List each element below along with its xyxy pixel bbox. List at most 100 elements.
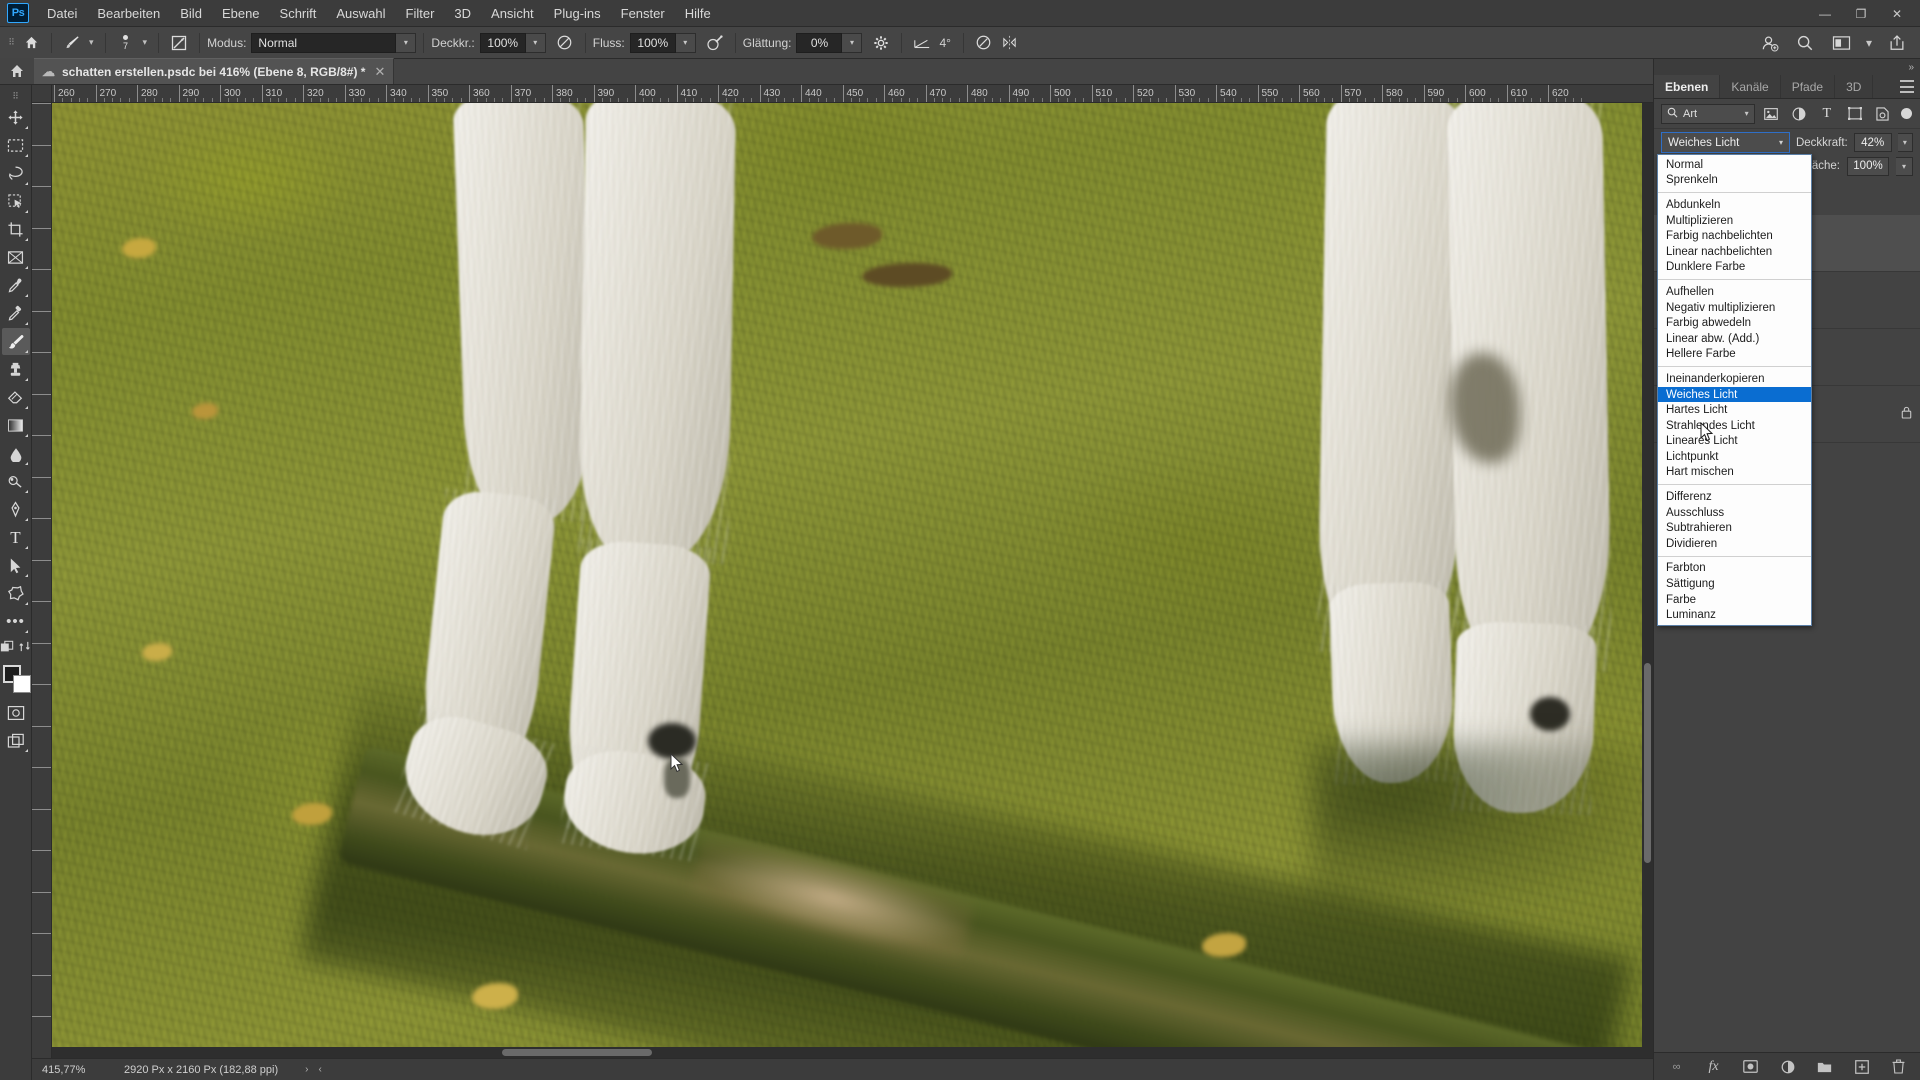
- horizontal-ruler[interactable]: 260 270 280 290 300 310 320 330 340 350 360 370 380 3…: [52, 85, 1653, 103]
- chevron-down-icon[interactable]: ▾: [1860, 30, 1878, 56]
- brush-angle-value[interactable]: 4°: [939, 36, 950, 50]
- brush-preset-chevron-icon[interactable]: ▾: [85, 37, 98, 48]
- share-export-icon[interactable]: [1880, 30, 1914, 56]
- close-button[interactable]: ✕: [1880, 1, 1914, 27]
- smoothing-chevron-icon[interactable]: ▾: [842, 32, 863, 53]
- blend-mode-option[interactable]: Strahlendes Licht: [1658, 418, 1811, 434]
- move-tool[interactable]: [2, 104, 30, 131]
- maximize-button[interactable]: ❐: [1844, 1, 1878, 27]
- canvas-vertical-scrollbar[interactable]: [1642, 103, 1653, 1063]
- canvas-horizontal-scrollbar[interactable]: [52, 1047, 1653, 1058]
- blend-mode-option[interactable]: Weiches Licht: [1658, 386, 1811, 403]
- blend-mode-dropdown[interactable]: Normal Sprenkeln Abdunkeln Multiplizieren Fa…: [1657, 154, 1812, 627]
- delete-layer-icon[interactable]: [1889, 1057, 1909, 1077]
- menu-bearbeiten[interactable]: Bearbeiten: [87, 2, 170, 25]
- status-prev-icon[interactable]: ‹: [313, 1064, 326, 1075]
- options-bar-grip[interactable]: ⠿: [4, 27, 18, 59]
- background-color-swatch[interactable]: [12, 675, 31, 693]
- adjustment-filter-icon[interactable]: [1788, 103, 1811, 125]
- path-selection-tool[interactable]: [2, 552, 30, 579]
- brush-icon[interactable]: [59, 31, 85, 55]
- opacity-value[interactable]: 42%: [1853, 133, 1892, 152]
- blend-mode-option[interactable]: Negativ multiplizieren: [1658, 300, 1811, 316]
- blend-mode-option[interactable]: Ineinanderkopieren: [1658, 371, 1811, 387]
- blend-mode-option[interactable]: Abdunkeln: [1658, 197, 1811, 213]
- new-adjustment-layer-icon[interactable]: [1778, 1057, 1798, 1077]
- blend-mode-select[interactable]: Weiches Licht ▾: [1661, 132, 1790, 153]
- brush-size-preview[interactable]: 7: [113, 31, 139, 55]
- search-icon[interactable]: [1788, 30, 1822, 56]
- tab-ebenen[interactable]: Ebenen: [1654, 75, 1721, 98]
- pixel-filter-icon[interactable]: [1760, 103, 1783, 125]
- crop-tool[interactable]: [2, 216, 30, 243]
- fill-chevron-icon[interactable]: ▾: [1896, 156, 1913, 176]
- blend-mode-option[interactable]: Lichtpunkt: [1658, 449, 1811, 465]
- blend-mode-option[interactable]: Aufhellen: [1658, 284, 1811, 300]
- menu-fenster[interactable]: Fenster: [611, 2, 675, 25]
- menu-schrift[interactable]: Schrift: [270, 2, 327, 25]
- filter-toggle-icon[interactable]: [1899, 103, 1913, 125]
- flow-chevron-icon[interactable]: ▾: [675, 32, 696, 53]
- menu-bild[interactable]: Bild: [170, 2, 212, 25]
- new-group-icon[interactable]: [1815, 1057, 1835, 1077]
- pen-tool[interactable]: [2, 496, 30, 523]
- dodge-tool[interactable]: [2, 468, 30, 495]
- object-selection-tool[interactable]: [2, 188, 30, 215]
- quick-mask-icon[interactable]: [0, 640, 14, 657]
- blend-mode-option[interactable]: Lineares Licht: [1658, 434, 1811, 450]
- blend-mode-option[interactable]: Differenz: [1658, 489, 1811, 505]
- home-icon[interactable]: [18, 31, 44, 55]
- type-filter-icon[interactable]: T: [1815, 103, 1838, 125]
- blend-mode-option[interactable]: Sprenkeln: [1658, 173, 1811, 189]
- more-tools[interactable]: •••: [2, 608, 30, 635]
- brush-tool[interactable]: [1, 328, 30, 355]
- brush-panel-icon[interactable]: [166, 31, 192, 55]
- eyedropper-tool[interactable]: [2, 272, 30, 299]
- blend-mode-chevron-icon[interactable]: ▾: [396, 32, 417, 53]
- brush-angle-icon[interactable]: [909, 31, 935, 55]
- layer-kind-select[interactable]: Art ▾: [1661, 103, 1755, 124]
- tab-pfade[interactable]: Pfade: [1781, 75, 1836, 98]
- document-tab[interactable]: ☁ schatten erstellen.psdc bei 416% (Eben…: [34, 58, 395, 84]
- airbrush-icon[interactable]: [702, 31, 728, 55]
- screen-mode-icon[interactable]: [2, 727, 30, 754]
- toolbar-grip[interactable]: ⠿: [2, 89, 30, 103]
- eraser-tool[interactable]: [2, 384, 30, 411]
- menu-ansicht[interactable]: Ansicht: [481, 2, 544, 25]
- blend-mode-option[interactable]: Hart mischen: [1658, 465, 1811, 481]
- rectangular-marquee-tool[interactable]: [2, 132, 30, 159]
- quick-mask-mode-icon[interactable]: [2, 699, 30, 726]
- blend-mode-option[interactable]: Sättigung: [1658, 576, 1811, 592]
- blend-mode-option[interactable]: Dunklere Farbe: [1658, 260, 1811, 276]
- gradient-tool[interactable]: [2, 412, 30, 439]
- workspace-icon[interactable]: [1824, 30, 1858, 56]
- brush-settings-chevron-icon[interactable]: ▾: [139, 37, 152, 48]
- home-icon[interactable]: [0, 58, 34, 84]
- menu-datei[interactable]: Datei: [37, 2, 87, 25]
- opacity-chevron-icon[interactable]: ▾: [1897, 133, 1914, 152]
- panel-menu-icon[interactable]: [1900, 80, 1914, 93]
- frame-tool[interactable]: [2, 244, 30, 271]
- swap-colors-icon[interactable]: [19, 640, 31, 656]
- opacity-value[interactable]: 100%: [479, 32, 526, 53]
- link-layers-icon[interactable]: ∞: [1667, 1057, 1687, 1077]
- close-icon[interactable]: ✕: [374, 64, 385, 80]
- menu-hilfe[interactable]: Hilfe: [675, 2, 721, 25]
- layer-style-fx-icon[interactable]: fx: [1704, 1057, 1724, 1077]
- collapse-panels-icon[interactable]: »: [1654, 59, 1920, 75]
- fill-value[interactable]: 100%: [1847, 156, 1889, 176]
- lasso-tool[interactable]: [2, 160, 30, 187]
- blend-mode-option[interactable]: Hellere Farbe: [1658, 347, 1811, 363]
- menu-auswahl[interactable]: Auswahl: [326, 2, 395, 25]
- menu-plugins[interactable]: Plug-ins: [544, 2, 611, 25]
- blend-mode-option[interactable]: Ausschluss: [1658, 505, 1811, 521]
- flow-value[interactable]: 100%: [629, 32, 676, 53]
- shape-tool[interactable]: [2, 580, 30, 607]
- shape-filter-icon[interactable]: [1843, 103, 1866, 125]
- pressure-opacity-icon[interactable]: [552, 31, 578, 55]
- opacity-chevron-icon[interactable]: ▾: [525, 32, 546, 53]
- zoom-level[interactable]: 415,77%: [32, 1064, 118, 1076]
- vertical-ruler[interactable]: [32, 103, 52, 1063]
- tab-kanaele[interactable]: Kanäle: [1720, 75, 1781, 98]
- blend-mode-option[interactable]: Subtrahieren: [1658, 520, 1811, 536]
